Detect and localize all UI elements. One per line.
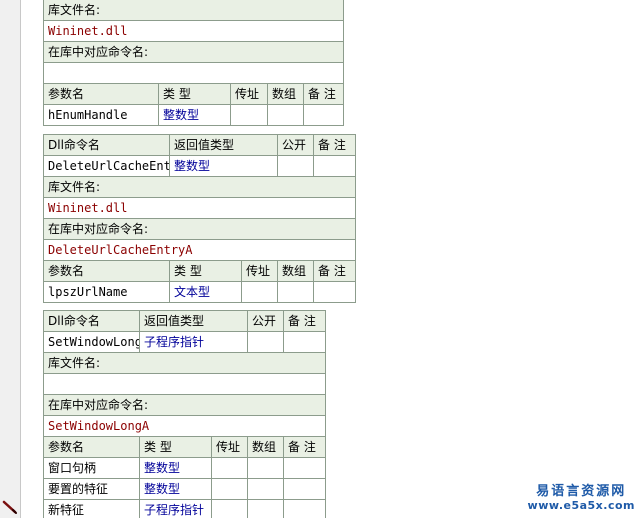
public-header: 公开 — [277, 134, 315, 156]
param-remark-cell[interactable] — [283, 478, 327, 500]
param-array-header: 数组 — [247, 436, 285, 458]
param-name[interactable]: 要置的特征 — [43, 478, 140, 500]
dll-command-table-1: 库文件名: Wininet.dll 在库中对应命令名: 参数名 类 型 传址 数… — [42, 0, 345, 126]
param-array-cell[interactable] — [247, 457, 285, 479]
param-type[interactable]: 子程序指针 — [139, 499, 212, 518]
param-array-header: 数组 — [277, 260, 315, 282]
pen-icon — [2, 500, 17, 514]
dll-name-header: Dll命令名 — [43, 310, 140, 332]
param-name-header: 参数名 — [43, 436, 140, 458]
param-remark-cell[interactable] — [283, 457, 327, 479]
param-remark-header: 备 注 — [283, 436, 327, 458]
editor-left-gutter — [0, 0, 21, 518]
param-type-header: 类 型 — [169, 260, 242, 282]
param-byref-header: 传址 — [240, 260, 279, 282]
return-type-value[interactable]: 整数型 — [168, 155, 279, 177]
dll-command-table-3: Dll命令名 返回值类型 公开 备 注 SetWindowLongA 子程序指针… — [42, 310, 327, 518]
param-byref-cell[interactable] — [210, 478, 249, 500]
library-file-value[interactable]: Wininet.dll — [42, 197, 357, 219]
param-row: 要置的特征 整数型 — [43, 478, 327, 500]
public-header: 公开 — [247, 310, 285, 332]
library-file-value[interactable]: Wininet.dll — [42, 20, 345, 42]
remark-cell[interactable] — [313, 155, 357, 177]
param-type[interactable]: 整数型 — [158, 104, 231, 126]
library-command-label: 在库中对应命令名: — [42, 394, 327, 416]
param-remark-cell[interactable] — [283, 499, 327, 518]
param-name-header: 参数名 — [43, 260, 170, 282]
dll-command-table-2: Dll命令名 返回值类型 公开 备 注 DeleteUrlCacheEntry … — [42, 134, 357, 303]
param-row: 新特征 子程序指针 — [43, 499, 327, 518]
dll-command-name[interactable]: DeleteUrlCacheEntry — [43, 155, 170, 177]
param-byref-cell[interactable] — [230, 104, 268, 126]
param-type-header: 类 型 — [158, 83, 231, 105]
site-watermark: 易语言资源网 www.e5a5x.com — [528, 480, 635, 512]
return-type-header: 返回值类型 — [138, 310, 249, 332]
library-file-label: 库文件名: — [42, 176, 357, 198]
param-name[interactable]: lpszUrlName — [43, 281, 170, 303]
param-array-cell[interactable] — [267, 104, 304, 126]
param-row: hEnumHandle 整数型 — [43, 104, 345, 126]
param-name[interactable]: hEnumHandle — [43, 104, 159, 126]
param-byref-cell[interactable] — [210, 499, 249, 518]
remark-cell[interactable] — [283, 331, 327, 353]
param-array-cell[interactable] — [247, 478, 285, 500]
param-type[interactable]: 整数型 — [139, 478, 212, 500]
param-name-header: 参数名 — [43, 83, 159, 105]
param-row: 窗口句柄 整数型 — [43, 457, 327, 479]
library-command-value[interactable] — [42, 62, 345, 84]
return-type-header: 返回值类型 — [168, 134, 279, 156]
param-array-cell[interactable] — [277, 281, 315, 303]
param-type[interactable]: 整数型 — [139, 457, 212, 479]
param-byref-header: 传址 — [210, 436, 249, 458]
param-remark-header: 备 注 — [313, 260, 357, 282]
param-name[interactable]: 新特征 — [43, 499, 140, 518]
remark-header: 备 注 — [283, 310, 327, 332]
library-command-value[interactable]: SetWindowLongA — [42, 415, 327, 437]
param-row: lpszUrlName 文本型 — [43, 281, 357, 303]
param-array-cell[interactable] — [247, 499, 285, 518]
library-file-label: 库文件名: — [42, 0, 345, 21]
param-remark-cell[interactable] — [302, 104, 345, 126]
remark-header: 备 注 — [313, 134, 357, 156]
param-remark-cell[interactable] — [313, 281, 357, 303]
return-type-value[interactable]: 子程序指针 — [138, 331, 249, 353]
param-name[interactable]: 窗口句柄 — [43, 457, 140, 479]
dll-name-header: Dll命令名 — [43, 134, 170, 156]
param-array-header: 数组 — [267, 83, 304, 105]
watermark-title: 易语言资源网 — [536, 484, 627, 499]
param-type-header: 类 型 — [139, 436, 212, 458]
param-byref-cell[interactable] — [210, 457, 249, 479]
public-cell[interactable] — [247, 331, 285, 353]
library-command-label: 在库中对应命令名: — [42, 218, 357, 240]
param-byref-cell[interactable] — [240, 281, 279, 303]
param-byref-header: 传址 — [230, 83, 268, 105]
library-file-value[interactable] — [42, 373, 327, 395]
library-command-value[interactable]: DeleteUrlCacheEntryA — [42, 239, 357, 261]
library-file-label: 库文件名: — [42, 352, 327, 374]
param-type[interactable]: 文本型 — [169, 281, 242, 303]
library-command-label: 在库中对应命令名: — [42, 41, 345, 63]
watermark-url: www.e5a5x.com — [527, 499, 635, 512]
param-remark-header: 备 注 — [302, 83, 345, 105]
public-cell[interactable] — [277, 155, 315, 177]
dll-command-name[interactable]: SetWindowLongA — [43, 331, 140, 353]
